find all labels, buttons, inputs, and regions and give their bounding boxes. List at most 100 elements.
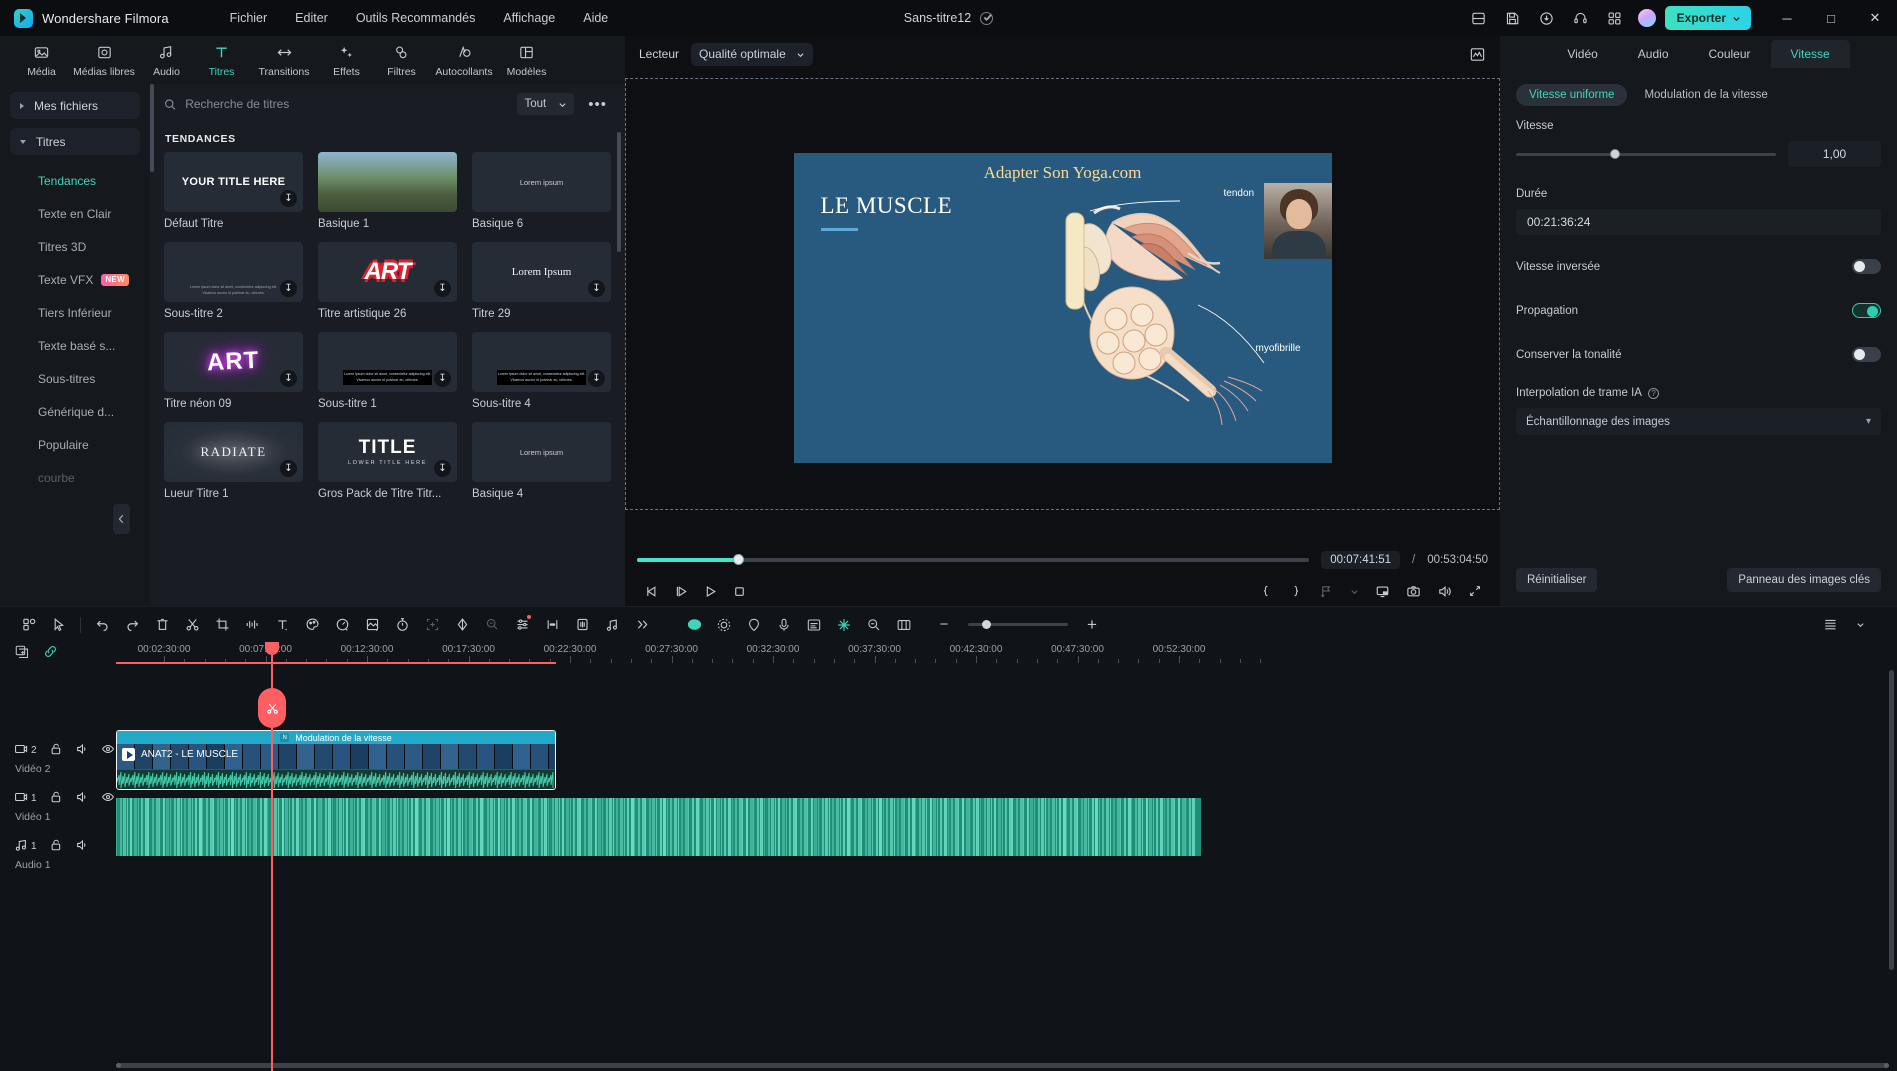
tool-tab-medias-libres[interactable]: Médias libres bbox=[69, 42, 139, 78]
ai-frame-select[interactable]: Échantillonnage des images ▾ bbox=[1516, 408, 1881, 435]
snapshot-icon[interactable] bbox=[1406, 584, 1421, 599]
search-box[interactable] bbox=[164, 97, 508, 111]
download-icon[interactable]: ↧ bbox=[280, 280, 297, 297]
menu-editer[interactable]: Editer bbox=[281, 7, 342, 29]
speed-slider-handle[interactable] bbox=[1609, 149, 1620, 159]
render-icon[interactable] bbox=[597, 610, 627, 640]
download-icon[interactable]: ↧ bbox=[434, 280, 451, 297]
clip-speed-banner[interactable]: N Modulation de la vitesse bbox=[117, 731, 555, 744]
tool-tab-modeles[interactable]: Modèles bbox=[499, 42, 554, 78]
timeline-vertical-scrollbar[interactable] bbox=[1889, 670, 1894, 970]
eye-icon[interactable] bbox=[101, 790, 115, 807]
download-icon[interactable]: ↧ bbox=[434, 460, 451, 477]
auto-reframe-icon[interactable] bbox=[417, 610, 447, 640]
lock-icon[interactable] bbox=[49, 838, 63, 855]
audio-stretch-icon[interactable] bbox=[567, 610, 597, 640]
category-item-tiers-inferieur[interactable]: Tiers Inférieur bbox=[38, 296, 140, 329]
tab-audio[interactable]: Audio bbox=[1618, 40, 1689, 68]
tool-tab-transitions[interactable]: Transitions bbox=[249, 42, 319, 78]
tool-tab-audio[interactable]: Audio bbox=[139, 42, 194, 78]
audio-ducking-icon[interactable] bbox=[477, 610, 507, 640]
color-match-icon[interactable] bbox=[297, 610, 327, 640]
library-card[interactable]: Lorem ipsum Basique 6 bbox=[472, 152, 611, 230]
track-header-video-1[interactable]: 1 Vidéo 1 bbox=[0, 790, 116, 823]
upload-icon[interactable] bbox=[1530, 3, 1564, 33]
category-item-sous-titres[interactable]: Sous-titres bbox=[38, 362, 140, 395]
library-card[interactable]: TITLE LOWER TITLE HERE ↧ Gros Pack de Ti… bbox=[318, 422, 457, 500]
delete-icon[interactable] bbox=[147, 610, 177, 640]
help-icon[interactable]: ? bbox=[1647, 387, 1659, 399]
grid-view-icon[interactable] bbox=[14, 610, 44, 640]
duration-field[interactable]: 00:21:36:24 bbox=[1516, 209, 1881, 235]
prev-frame-icon[interactable] bbox=[645, 584, 660, 599]
add-marker-icon[interactable] bbox=[1319, 584, 1334, 599]
stopwatch-icon[interactable] bbox=[387, 610, 417, 640]
subtitle-ai-icon[interactable] bbox=[799, 610, 829, 640]
quality-select[interactable]: Qualité optimale bbox=[691, 42, 813, 66]
play-icon[interactable] bbox=[703, 584, 718, 599]
adjust-icon[interactable] bbox=[507, 610, 537, 640]
track-header-video-2[interactable]: 2 Vidéo 2 bbox=[0, 742, 116, 775]
more-icon[interactable] bbox=[627, 610, 657, 640]
more-options-button[interactable]: ••• bbox=[584, 96, 611, 113]
silence-detect-icon[interactable] bbox=[537, 610, 567, 640]
mark-out-icon[interactable] bbox=[1289, 584, 1303, 598]
save-icon[interactable] bbox=[1496, 3, 1530, 33]
tab-vitesse[interactable]: Vitesse bbox=[1770, 40, 1850, 68]
category-item-texte-vfx[interactable]: Texte VFX NEW bbox=[38, 263, 140, 296]
download-icon[interactable]: ↧ bbox=[280, 370, 297, 387]
mask-icon[interactable] bbox=[357, 610, 387, 640]
zoom-out-button[interactable]: − bbox=[929, 610, 959, 640]
add-track-icon[interactable] bbox=[14, 644, 29, 662]
ai-smart-edit-icon[interactable] bbox=[679, 610, 709, 640]
library-scrollbar[interactable] bbox=[617, 132, 621, 252]
download-icon[interactable]: ↧ bbox=[434, 370, 451, 387]
save-as-icon[interactable] bbox=[1462, 3, 1496, 33]
timeline-ruler[interactable]: 00:02:30:0000:07:30:0000:12:30:0000:17:3… bbox=[116, 642, 1897, 664]
close-button[interactable]: ✕ bbox=[1853, 0, 1897, 36]
library-card[interactable]: Lorem Ipsum ↧ Titre 29 bbox=[472, 242, 611, 320]
tab-couleur[interactable]: Couleur bbox=[1689, 40, 1771, 68]
download-icon[interactable]: ↧ bbox=[280, 460, 297, 477]
menu-fichier[interactable]: Fichier bbox=[216, 7, 282, 29]
tool-tab-media[interactable]: Média bbox=[14, 42, 69, 78]
split-icon[interactable] bbox=[177, 610, 207, 640]
stop-icon[interactable] bbox=[732, 584, 747, 599]
mute-icon[interactable] bbox=[75, 838, 89, 855]
select-tool-icon[interactable] bbox=[44, 610, 74, 640]
ai-copilot-icon[interactable] bbox=[829, 610, 859, 640]
link-icon[interactable] bbox=[43, 644, 58, 662]
timeline-scroll-area[interactable]: 00:02:30:0000:07:30:0000:12:30:0000:17:3… bbox=[116, 642, 1897, 1071]
category-scrollbar[interactable] bbox=[150, 84, 154, 172]
maximize-button[interactable]: □ bbox=[1809, 0, 1853, 36]
keyframe-panel-button[interactable]: Panneau des images clés bbox=[1727, 568, 1881, 592]
tool-tab-effets[interactable]: Effets bbox=[319, 42, 374, 78]
category-item-populaire[interactable]: Populaire bbox=[38, 428, 140, 461]
volume-icon[interactable] bbox=[1437, 584, 1452, 599]
zoom-in-button[interactable]: + bbox=[1077, 610, 1107, 640]
keyframe-icon[interactable] bbox=[447, 610, 477, 640]
video-canvas[interactable]: Adapter Son Yoga.com LE MUSCLE tendon my… bbox=[793, 153, 1332, 463]
redo-icon[interactable] bbox=[117, 610, 147, 640]
tool-tab-filtres[interactable]: Filtres bbox=[374, 42, 429, 78]
category-item-courbe[interactable]: courbe bbox=[38, 461, 140, 494]
library-card[interactable]: ART ↧ Titre néon 09 bbox=[164, 332, 303, 410]
track-header-audio-1[interactable]: 1 Audio 1 bbox=[0, 838, 116, 871]
zoom-slider[interactable] bbox=[968, 620, 1068, 629]
category-item-generique-de[interactable]: Générique d... bbox=[38, 395, 140, 428]
speed-icon[interactable] bbox=[327, 610, 357, 640]
undo-icon[interactable] bbox=[87, 610, 117, 640]
library-card[interactable]: ART ↧ Titre artistique 26 bbox=[318, 242, 457, 320]
download-icon[interactable]: ↧ bbox=[280, 190, 297, 207]
split-at-playhead-button[interactable] bbox=[258, 688, 286, 728]
category-item-tendances[interactable]: Tendances bbox=[38, 164, 140, 197]
chevron-down-icon[interactable] bbox=[1845, 610, 1875, 640]
fullscreen-icon[interactable] bbox=[1468, 584, 1482, 598]
timeline-horizontal-scrollbar[interactable] bbox=[116, 1063, 1889, 1068]
hscroll-left-nub[interactable] bbox=[116, 1063, 121, 1068]
toggle-propagation[interactable] bbox=[1852, 303, 1881, 318]
lock-icon[interactable] bbox=[49, 790, 63, 807]
timeline-clip-video2[interactable]: N Modulation de la vitesse ANAT2 - LE MU… bbox=[116, 730, 556, 790]
filter-select[interactable]: Tout bbox=[517, 93, 575, 115]
ai-frame-interp-icon[interactable] bbox=[889, 610, 919, 640]
